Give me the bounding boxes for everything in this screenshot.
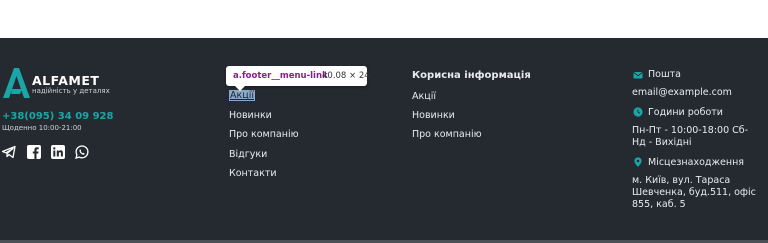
footer-menu-link-reviews[interactable]: Відгуки <box>229 149 267 160</box>
whatsapp-icon[interactable] <box>75 145 89 159</box>
brand-name: ALFAMET <box>32 73 100 88</box>
tooltip-dimensions: 40.08 × 24 <box>322 71 370 81</box>
devtools-element-tooltip: a.footer__menu-link 40.08 × 24 <box>226 66 370 86</box>
hours-label: Години роботи <box>648 107 723 118</box>
phone-link[interactable]: +38(095) 34 09 928 <box>2 111 113 122</box>
mail-label: Пошта <box>648 69 682 80</box>
working-hours-text: Пн-Пт - 10:00-18:00 Сб-Нд - Вихідні <box>632 125 749 148</box>
useful-link-promotions[interactable]: Акції <box>412 91 436 102</box>
logo-a-icon <box>3 68 30 98</box>
useful-link-new[interactable]: Новинки <box>412 110 455 121</box>
brand-logo[interactable]: ALFAMET надійність у деталях <box>2 67 112 99</box>
tooltip-arrow <box>235 86 245 91</box>
footer-menu-link-about[interactable]: Про компанію <box>229 129 299 140</box>
location-pin-icon <box>634 157 642 167</box>
working-hours-short: Щоденно 10:00-21:00 <box>2 124 82 132</box>
telegram-icon[interactable] <box>2 145 16 159</box>
clock-icon <box>633 107 643 117</box>
location-label: Місцезнаходження <box>648 157 744 168</box>
footer-menu-link-new[interactable]: Новинки <box>229 110 272 121</box>
useful-info-title: Корисна інформація <box>412 70 531 81</box>
footer-menu-link-promotions[interactable]: Акції <box>229 90 255 101</box>
footer-menu-link-contacts[interactable]: Контакти <box>229 168 277 179</box>
site-footer: ALFAMET надійність у деталях +38(095) 34… <box>0 38 768 240</box>
email-link[interactable]: email@example.com <box>632 87 732 98</box>
useful-link-about[interactable]: Про компанію <box>412 129 482 140</box>
page-top-area <box>0 0 768 38</box>
tooltip-selector: a.footer__menu-link <box>233 71 328 81</box>
linkedin-icon[interactable] <box>51 145 65 159</box>
mail-icon <box>633 72 643 79</box>
facebook-icon[interactable] <box>27 145 41 159</box>
brand-tagline: надійність у деталях <box>32 87 110 95</box>
address-text: м. Київ, вул. Тараса Шевченка, буд.511, … <box>632 175 756 210</box>
